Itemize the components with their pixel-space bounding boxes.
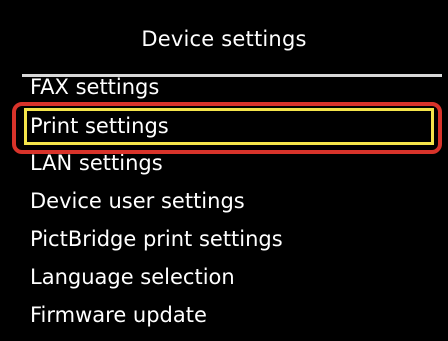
menu-item-pictbridge-print-settings[interactable]: PictBridge print settings bbox=[24, 221, 434, 258]
settings-menu: FAX settings Print settings LAN settings… bbox=[24, 75, 438, 337]
menu-item-firmware-update[interactable]: Firmware update bbox=[24, 297, 434, 334]
menu-item-print-settings[interactable]: Print settings bbox=[24, 108, 434, 145]
menu-item-lan-settings[interactable]: LAN settings bbox=[24, 145, 434, 182]
title-divider bbox=[22, 74, 442, 77]
menu-item-fax-settings[interactable]: FAX settings bbox=[24, 75, 434, 106]
menu-item-device-user-settings[interactable]: Device user settings bbox=[24, 183, 434, 220]
screen-title: Device settings bbox=[141, 27, 307, 51]
device-settings-screen: Device settings FAX settings Print setti… bbox=[0, 0, 448, 341]
menu-item-language-selection[interactable]: Language selection bbox=[24, 259, 434, 296]
